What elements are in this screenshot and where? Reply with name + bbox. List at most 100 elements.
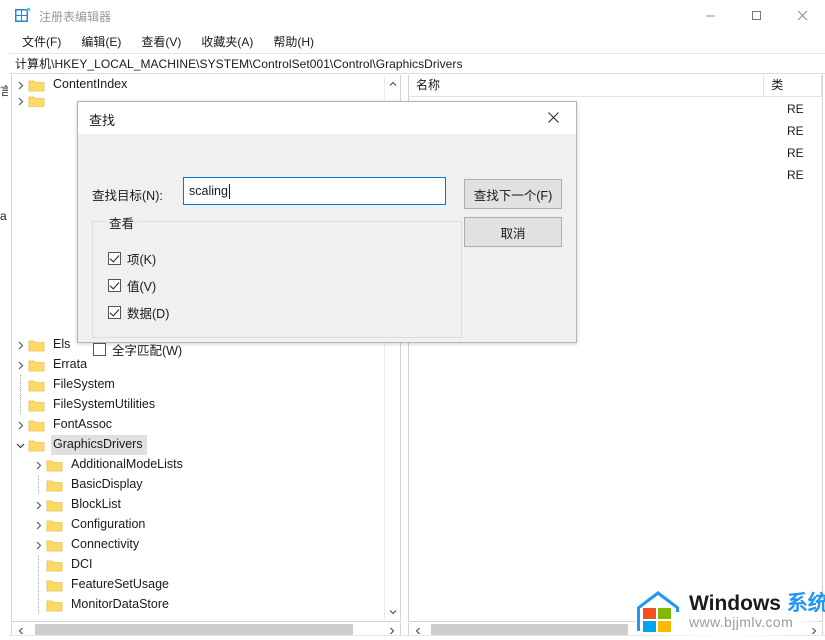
scroll-up-icon[interactable] <box>385 75 400 92</box>
look-at-group-title: 查看 <box>105 213 139 232</box>
tree-item-connectivity[interactable]: Connectivity <box>12 535 386 555</box>
find-dialog-close-icon[interactable] <box>531 102 576 133</box>
chevron-right-icon[interactable] <box>30 537 46 553</box>
tree-item-label: FileSystem <box>53 377 115 391</box>
checkbox-whole-word-label: 全字匹配(W) <box>112 344 183 358</box>
folder-icon <box>28 378 46 393</box>
minimize-button[interactable] <box>687 0 733 30</box>
tree-item-errata[interactable]: Errata <box>12 355 386 375</box>
checkbox-whole-word[interactable]: 全字匹配(W) <box>93 340 182 359</box>
folder-icon <box>46 538 64 553</box>
tree-item-label: BasicDisplay <box>71 477 143 491</box>
scroll-down-icon[interactable] <box>385 603 400 620</box>
find-dialog-title-bar: 查找 <box>78 102 576 134</box>
checkbox-whole-word-box[interactable] <box>93 343 106 356</box>
tree-item-label: FileSystemUtilities <box>53 397 156 411</box>
watermark: Windows 系统之家 www.bjjmlv.com <box>633 584 825 638</box>
find-dialog: 查找 查找目标(N): scaling 查看 项(K) 值(V) 数据(D) 全… <box>77 101 577 358</box>
background-glyph-top: 言 <box>0 85 8 97</box>
registry-editor-window: 注册表编辑器 文件(F) 编辑(E) 查看(V) 收藏夹(A) 帮助(H) 计算… <box>9 0 825 640</box>
background-glyph-mid: a <box>0 210 7 222</box>
title-bar: 注册表编辑器 <box>9 0 825 31</box>
checkbox-data-box[interactable] <box>108 306 121 319</box>
cell-type: RE <box>787 102 804 116</box>
chevron-right-icon[interactable] <box>12 77 28 93</box>
tree-item-contentindex[interactable]: ContentIndex <box>12 75 386 95</box>
tree-item-label: FeatureSetUsage <box>71 577 169 591</box>
folder-icon <box>46 578 64 593</box>
tree-item-filesystem[interactable]: FileSystem <box>12 375 386 395</box>
chevron-down-icon[interactable] <box>12 437 28 453</box>
watermark-brand-en: Windows <box>689 591 787 615</box>
folder-icon <box>46 458 64 473</box>
folder-icon <box>28 398 46 413</box>
folder-icon <box>28 418 46 433</box>
tree-item-blocklist[interactable]: BlockList <box>12 495 386 515</box>
chevron-right-icon[interactable] <box>30 517 46 533</box>
menu-view[interactable]: 查看(V) <box>137 31 190 53</box>
tree-item-label: Configuration <box>71 517 146 531</box>
window-title: 注册表编辑器 <box>39 10 112 24</box>
tree-item-label: MonitorDataStore <box>71 597 169 611</box>
tree-item-fontassoc[interactable]: FontAssoc <box>12 415 386 435</box>
tree-item-label: DCI <box>71 557 93 571</box>
find-what-label: 查找目标(N): <box>92 189 163 203</box>
folder-icon <box>46 598 64 613</box>
tree-item-featuresetusage[interactable]: FeatureSetUsage <box>12 575 386 595</box>
tree-item-dci[interactable]: DCI <box>12 555 386 575</box>
folder-icon <box>46 558 64 573</box>
watermark-url: www.bjjmlv.com <box>689 613 794 630</box>
chevron-right-icon[interactable] <box>12 337 28 353</box>
column-type[interactable]: 类 <box>764 75 822 97</box>
chevron-right-icon[interactable] <box>30 457 46 473</box>
tree-line-icon <box>30 595 46 615</box>
chevron-right-icon[interactable] <box>12 95 28 107</box>
chevron-right-icon[interactable] <box>12 357 28 373</box>
close-button[interactable] <box>779 0 825 30</box>
find-what-input[interactable]: scaling <box>183 177 446 205</box>
registry-editor-icon <box>14 7 31 24</box>
checkbox-values-label: 值(V) <box>127 280 157 294</box>
watermark-brand-cn: 系统之家 <box>786 591 825 615</box>
text-caret <box>228 183 230 199</box>
checkbox-keys[interactable]: 项(K) <box>108 249 156 268</box>
checkbox-data-label: 数据(D) <box>127 307 170 321</box>
find-what-value: scaling <box>189 184 228 198</box>
tree-line-icon <box>12 375 28 395</box>
menu-edit[interactable]: 编辑(E) <box>77 31 130 53</box>
column-name[interactable]: 名称 <box>409 75 765 97</box>
address-bar[interactable]: 计算机\HKEY_LOCAL_MACHINE\SYSTEM\ControlSet… <box>9 53 825 74</box>
tree-item-basicdisplay[interactable]: BasicDisplay <box>12 475 386 495</box>
checkbox-keys-label: 项(K) <box>127 253 157 267</box>
tree-item-graphicsdrivers[interactable]: GraphicsDrivers <box>12 435 386 455</box>
tree-item-label: Errata <box>53 357 88 371</box>
tree-item-configuration[interactable]: Configuration <box>12 515 386 535</box>
registry-path: 计算机\HKEY_LOCAL_MACHINE\SYSTEM\ControlSet… <box>15 57 463 71</box>
checkbox-keys-box[interactable] <box>108 252 121 265</box>
menu-favorites[interactable]: 收藏夹(A) <box>197 31 262 53</box>
tree-item-additionalmodelists[interactable]: AdditionalModeLists <box>12 455 386 475</box>
window-controls <box>687 0 825 30</box>
chevron-right-icon[interactable] <box>12 417 28 433</box>
folder-icon <box>46 498 64 513</box>
tree-item-label: GraphicsDrivers <box>51 435 147 455</box>
checkbox-values[interactable]: 值(V) <box>108 276 156 295</box>
checkbox-data[interactable]: 数据(D) <box>108 303 169 322</box>
tree-item-monitordatastore[interactable]: MonitorDataStore <box>12 595 386 615</box>
maximize-button[interactable] <box>733 0 779 30</box>
menu-help[interactable]: 帮助(H) <box>269 31 323 53</box>
cell-type: RE <box>787 146 804 160</box>
menu-file[interactable]: 文件(F) <box>18 31 70 53</box>
tree-item-filesystemutilities[interactable]: FileSystemUtilities <box>12 395 386 415</box>
chevron-right-icon[interactable] <box>30 497 46 513</box>
checkbox-values-box[interactable] <box>108 279 121 292</box>
find-next-button[interactable]: 查找下一个(F) <box>464 179 562 209</box>
tree-line-icon <box>30 555 46 575</box>
screen: 言 a 注册表编辑器 文件(F) 编辑(E) 查看(V) 收藏夹(A) 帮助(H… <box>0 0 825 640</box>
cancel-button[interactable]: 取消 <box>464 217 562 247</box>
folder-icon <box>28 358 46 373</box>
folder-icon <box>46 478 64 493</box>
tree-line-icon <box>12 395 28 415</box>
look-at-group: 查看 项(K) 值(V) 数据(D) <box>92 213 462 338</box>
tree-line-icon <box>30 475 46 495</box>
